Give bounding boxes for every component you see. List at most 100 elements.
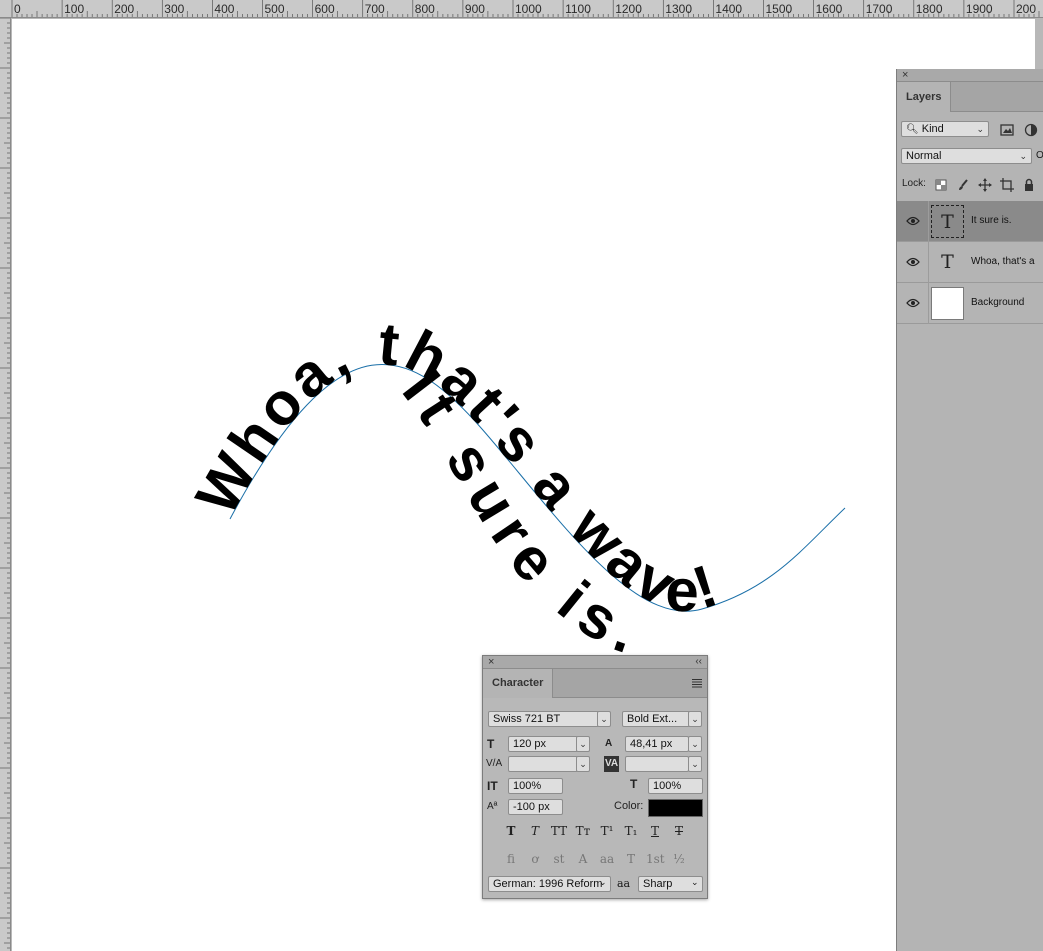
opentype-button-2[interactable]: st: [550, 851, 568, 867]
type-style-button-6[interactable]: T: [646, 823, 664, 839]
chevron-down-icon[interactable]: ⌄: [688, 711, 702, 727]
ruler-tick-label: 500: [264, 2, 285, 16]
tab-layers[interactable]: Layers: [897, 82, 952, 112]
ruler-tick-label: 200: [1016, 2, 1037, 16]
blend-mode-value: Normal: [906, 150, 942, 162]
font-family-value: Swiss 721 BT: [493, 713, 561, 725]
leading-icon: A: [605, 738, 613, 749]
opentype-button-6[interactable]: 1st: [646, 851, 665, 867]
adjustment-filter-icon[interactable]: [1024, 123, 1038, 137]
layer-name[interactable]: Whoa, that's a: [971, 256, 1035, 267]
layer-row-it-sure-is[interactable]: T It sure is.: [897, 201, 1043, 242]
type-style-button-0[interactable]: T: [502, 823, 520, 839]
layer-row-background[interactable]: Background: [897, 283, 1043, 324]
layer-name[interactable]: It sure is.: [971, 215, 1012, 226]
image-filter-icon[interactable]: [1000, 123, 1014, 137]
ruler-tick-label: 700: [364, 2, 385, 16]
type-style-button-7[interactable]: T: [670, 823, 688, 839]
font-size-icon: T: [487, 737, 495, 751]
chevron-down-icon[interactable]: ⌄: [688, 736, 702, 752]
chevron-down-icon[interactable]: ⌄: [688, 756, 702, 772]
eye-visibility-icon[interactable]: [906, 297, 920, 309]
type-style-button-4[interactable]: T¹: [598, 823, 616, 839]
horizontal-scale-icon: T: [630, 777, 638, 791]
ruler-tick-label: 1100: [565, 2, 591, 16]
type-style-button-1[interactable]: T: [526, 823, 544, 839]
text-layer-thumbnail-icon: T: [931, 205, 964, 238]
opentype-button-3[interactable]: A: [574, 851, 592, 867]
type-style-button-2[interactable]: TT: [550, 823, 568, 839]
chevron-down-icon[interactable]: ⌄: [576, 756, 590, 772]
close-icon[interactable]: ×: [902, 69, 908, 81]
kerning-icon: V/A: [486, 758, 503, 769]
type-style-button-5[interactable]: T₁: [622, 823, 640, 839]
horizontal-ruler[interactable]: 0 100 200 300 400 500 600 700 800 900 1000 1100 1200…: [0, 0, 1043, 18]
lock-artboard-icon[interactable]: [1000, 178, 1014, 192]
opentype-button-1[interactable]: ơ: [526, 851, 544, 867]
language-value: German: 1996 Reform: [493, 878, 603, 890]
ruler-tick-label: 1400: [715, 2, 743, 16]
layer-divider: [928, 201, 929, 242]
tab-character[interactable]: Character: [483, 669, 554, 698]
ruler-tick-label: 1000: [515, 2, 542, 16]
baseline-shift-icon: Aª: [487, 801, 498, 812]
blend-mode-row: Normal ⌄ O: [897, 148, 1043, 168]
lock-row: Lock:: [897, 177, 1043, 193]
tracking-field[interactable]: [625, 756, 689, 772]
ruler-tick-label: 300: [164, 2, 185, 16]
lock-transparent-icon[interactable]: [934, 178, 948, 192]
horizontal-scale-field[interactable]: 100%: [648, 778, 703, 794]
layers-tabbar: Layers: [897, 82, 1043, 112]
layer-divider: [928, 283, 929, 324]
ruler-tick-label: 600: [314, 2, 335, 16]
chevron-down-icon[interactable]: ⌄: [597, 711, 611, 727]
layer-divider: [928, 242, 929, 283]
vertical-ruler-ticks: [0, 18, 10, 949]
lock-position-move-icon[interactable]: [978, 178, 992, 192]
chevron-down-icon: ⌄: [976, 124, 984, 134]
opentype-button-4[interactable]: aa: [598, 851, 616, 867]
character-panel-topbar[interactable]: × ‹‹: [483, 656, 707, 669]
collapse-icon[interactable]: ‹‹: [695, 656, 702, 668]
opentype-button-7[interactable]: ½: [670, 851, 688, 867]
eye-visibility-icon[interactable]: [906, 256, 920, 268]
layer-row-whoa[interactable]: T Whoa, that's a: [897, 242, 1043, 283]
lock-all-icon[interactable]: [1022, 178, 1036, 192]
lock-label: Lock:: [902, 178, 926, 189]
character-tabbar: Character: [483, 669, 707, 698]
chevron-down-icon: ⌄: [1019, 151, 1027, 161]
blend-mode-select[interactable]: Normal ⌄: [901, 148, 1032, 164]
ruler-tick-label: 1600: [815, 2, 843, 16]
eye-visibility-icon[interactable]: [906, 215, 920, 227]
opentype-button-0[interactable]: fi: [502, 851, 520, 867]
font-size-field[interactable]: 120 px: [508, 736, 578, 752]
layer-name[interactable]: Background: [971, 297, 1024, 308]
kerning-field[interactable]: [508, 756, 578, 772]
horizontal-scale-value: 100%: [653, 780, 682, 792]
font-style-select[interactable]: Bold Ext...: [622, 711, 690, 727]
type-style-button-3[interactable]: Tт: [574, 823, 592, 839]
vertical-ruler[interactable]: [0, 18, 11, 951]
language-select[interactable]: German: 1996 Reform: [488, 876, 611, 892]
text-color-swatch[interactable]: [648, 799, 703, 817]
search-icon: 🔍︎: [906, 124, 919, 135]
opentype-button-5[interactable]: T: [622, 851, 640, 867]
vertical-scale-field[interactable]: 100%: [508, 778, 563, 794]
ruler-tick-label: 1300: [665, 2, 692, 16]
font-family-select[interactable]: Swiss 721 BT: [488, 711, 599, 727]
font-size-value: 120 px: [513, 738, 547, 750]
close-icon[interactable]: ×: [488, 656, 494, 668]
filter-kind-value: Kind: [921, 123, 944, 135]
filter-kind-select[interactable]: 🔍︎ Kind ⌄: [901, 121, 989, 137]
layers-panel-topbar[interactable]: ×: [897, 69, 1043, 82]
ruler-tick-label: 1700: [865, 2, 893, 16]
baseline-shift-field[interactable]: -100 px: [508, 799, 563, 815]
lock-pixels-brush-icon[interactable]: [956, 178, 970, 192]
opacity-label: O: [1036, 150, 1043, 161]
leading-field[interactable]: 48,41 px: [625, 736, 689, 752]
layers-panel: × Layers 🔍︎ Kind ⌄ Normal ⌄ O Lock: T It…: [896, 69, 1043, 951]
vertical-scale-value: 100%: [513, 780, 542, 792]
panel-menu-icon[interactable]: [692, 678, 702, 688]
antialias-value: Sharp: [643, 878, 673, 890]
chevron-down-icon[interactable]: ⌄: [576, 736, 590, 752]
